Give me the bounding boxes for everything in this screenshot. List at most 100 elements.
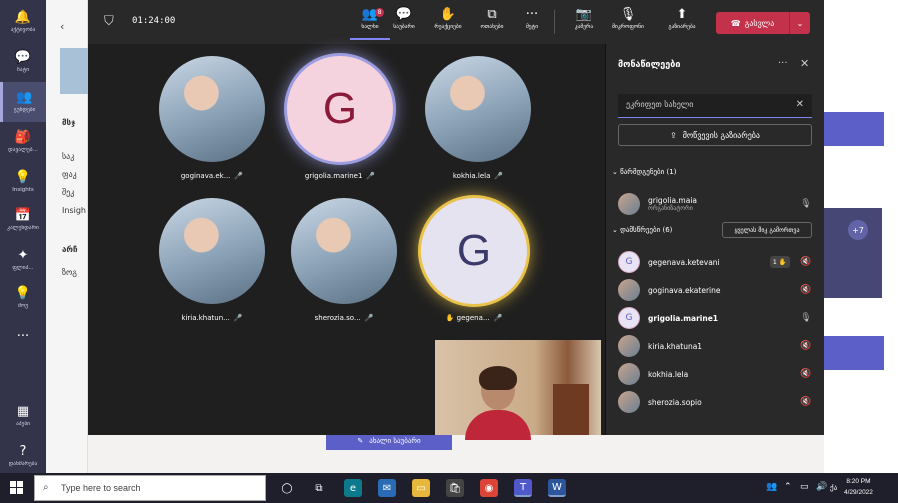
rail-item[interactable]: ? დახმარება (0, 436, 46, 476)
participant-row[interactable]: kiria.khatuna1 🔇 (618, 334, 812, 358)
participant-row[interactable]: kokhia.lela 🔇 (618, 362, 812, 386)
clock-date: 4/29/2022 (844, 489, 873, 496)
channel-item[interactable]: ზოგ (62, 268, 77, 277)
volume-icon[interactable]: 🔊 (816, 482, 827, 492)
toolbar-label: რეაქციები (434, 24, 462, 30)
word-icon[interactable]: W (548, 479, 566, 497)
more-button[interactable]: ··· მეტი (512, 6, 552, 40)
rail-item-label: დახმარება (8, 461, 38, 467)
camera-button[interactable]: 📷 კამერა (564, 6, 604, 40)
share-icon: ⬆ (676, 7, 688, 22)
mail-icon[interactable]: ✉ (378, 479, 396, 497)
rail-item[interactable]: 💡 Insights (0, 162, 46, 202)
rail-item-label: გუნდები (13, 107, 36, 113)
mic-muted-icon: 🔇 (800, 257, 812, 267)
post-card (824, 112, 884, 146)
rooms-icon: ⧉ (487, 7, 497, 22)
rail-item-label: დავალებ... (8, 147, 38, 153)
participant-name: kokhia.lela (452, 172, 491, 180)
teams-icon: 👥 (16, 90, 33, 105)
back-chevron-icon[interactable]: ‹ (60, 20, 64, 33)
mute-all-button[interactable]: ყველას მიკ გამორთვა (722, 222, 812, 238)
participant-name: sherozia.so... (314, 314, 361, 322)
participant-video-tile[interactable] (291, 198, 397, 304)
search-icon: ⌕ (43, 482, 49, 493)
chevron-up-icon[interactable]: ⌃ (784, 482, 792, 492)
presenters-section-header[interactable]: ⌄ წარმდგენები (1) (612, 168, 676, 176)
mic-muted-icon: 🔇 (800, 369, 812, 379)
mic-button[interactable]: 🎙 მიკროფონი (608, 6, 648, 40)
leave-button[interactable]: ☎ გასვლა ⌄ (716, 12, 810, 34)
rail-item-label: აქტივობა (10, 27, 36, 33)
team-nav-item[interactable]: საკ (62, 152, 74, 161)
cortana-icon[interactable]: ◯ (278, 479, 296, 497)
tile-name-label: sherozia.so... 🎤 (274, 314, 414, 322)
raise-hand-button[interactable]: ✋ რეაქციები (428, 6, 468, 40)
tile-name-label: kokhia.lela 🎤 (408, 172, 548, 180)
rooms-button[interactable]: ⧉ ოთახები (472, 6, 512, 40)
rail-item[interactable]: 💬 ჩატი (0, 42, 46, 82)
people-tray-icon[interactable]: 👥 (766, 482, 777, 492)
participant-row[interactable]: sherozia.sopio 🔇 (618, 390, 812, 414)
taskbar-search-input[interactable]: ⌕ Type here to search (34, 475, 266, 501)
participant-video-tile[interactable]: G (287, 56, 393, 162)
store-icon[interactable]: 🛍 (446, 479, 464, 497)
clear-icon[interactable]: ✕ (796, 99, 804, 110)
participant-name: kiria.khatun... (181, 314, 230, 322)
participant-search-input[interactable]: ეკრიფეთ სახელი ✕ (618, 94, 812, 118)
camera-icon: 📷 (575, 7, 593, 22)
chevron-down-icon[interactable]: ⌄ (790, 19, 810, 28)
shield-icon[interactable]: ⛉ (104, 14, 114, 29)
participant-video-tile[interactable] (159, 198, 265, 304)
language-indicator[interactable]: ქა (830, 484, 837, 492)
mic-muted-icon: 🎤 (366, 172, 376, 180)
mic-muted-icon: 🎤 (234, 172, 244, 180)
person-body (465, 410, 531, 440)
participant-name: gegena... (456, 314, 490, 322)
participant-video-tile[interactable] (159, 56, 265, 162)
presenters-header-label: წარმდგენები (1) (620, 168, 677, 176)
team-nav-item[interactable]: შეკ (62, 188, 74, 197)
rail-item[interactable]: 📅 კალენდარი (0, 200, 46, 240)
meeting-card[interactable]: +7 (824, 208, 882, 298)
rail-item[interactable]: 👥 გუნდები (0, 82, 46, 122)
edge-icon[interactable]: e (344, 479, 362, 497)
more-options-icon[interactable]: ··· (778, 58, 788, 69)
share-button[interactable]: ⬆ გაზიარება (662, 6, 702, 40)
mic-muted-icon: 🎤 (364, 314, 374, 322)
team-nav-item[interactable]: Insigh (62, 206, 86, 215)
rail-item[interactable]: 💡 შოუ (0, 278, 46, 318)
rail-item[interactable]: ··· (0, 318, 46, 358)
participant-video-tile[interactable]: G (421, 198, 527, 304)
raise-hand-icon: ✋ (439, 7, 457, 22)
participant-row[interactable]: grigolia.maia ორგანიზატორი 🎙 (618, 192, 812, 216)
rail-item[interactable]: ▦ აპები (0, 396, 46, 436)
team-nav-item[interactable]: ფაკ (62, 170, 77, 179)
rail-item-label: შოუ (17, 303, 29, 309)
chrome-icon[interactable]: ◉ (480, 479, 498, 497)
participant-video-tile[interactable] (425, 56, 531, 162)
participant-row[interactable]: Ggegenava.ketevani 1 ✋ 🔇 (618, 250, 812, 274)
file-explorer-icon[interactable]: ▭ (412, 479, 430, 497)
rail-item[interactable]: ✦ ფლიპ... (0, 240, 46, 280)
rail-item[interactable]: 🔔 აქტივობა (0, 2, 46, 42)
participant-row[interactable]: Ggrigolia.marine1 🎙 (618, 306, 812, 330)
teams-taskbar-icon[interactable]: T (514, 479, 532, 497)
close-icon[interactable]: ✕ (800, 57, 809, 70)
chat-button[interactable]: 💬 საუბარი (384, 6, 424, 40)
rail-item[interactable]: 🎒 დავალებ... (0, 122, 46, 162)
system-clock[interactable]: 8:20 PM 4/29/2022 (844, 476, 873, 498)
participants-title: მონაწილეები (618, 60, 681, 70)
participant-role: ორგანიზატორი (648, 205, 693, 212)
attendees-section-header[interactable]: ⌄ დამსწრეები (6) (612, 226, 672, 234)
apps-icon: ▦ (16, 404, 30, 419)
toolbar-label: ხალხი (361, 24, 379, 30)
share-invite-button[interactable]: ⇪ მოწვევის გაზიარება (618, 124, 812, 146)
rail-item-label: ჩატი (16, 67, 30, 73)
battery-icon[interactable]: ▭ (800, 482, 809, 492)
participant-row[interactable]: goginava.ekaterine 🔇 (618, 278, 812, 302)
background-team-panel: ‹ მსჯ საკ ფაკ შეკ Insigh არჩ ზოგ (46, 0, 88, 473)
windows-start-icon[interactable] (10, 481, 24, 495)
task-view-icon[interactable]: ⧉ (310, 479, 328, 497)
raised-hand-icon: ✋ (445, 314, 457, 322)
